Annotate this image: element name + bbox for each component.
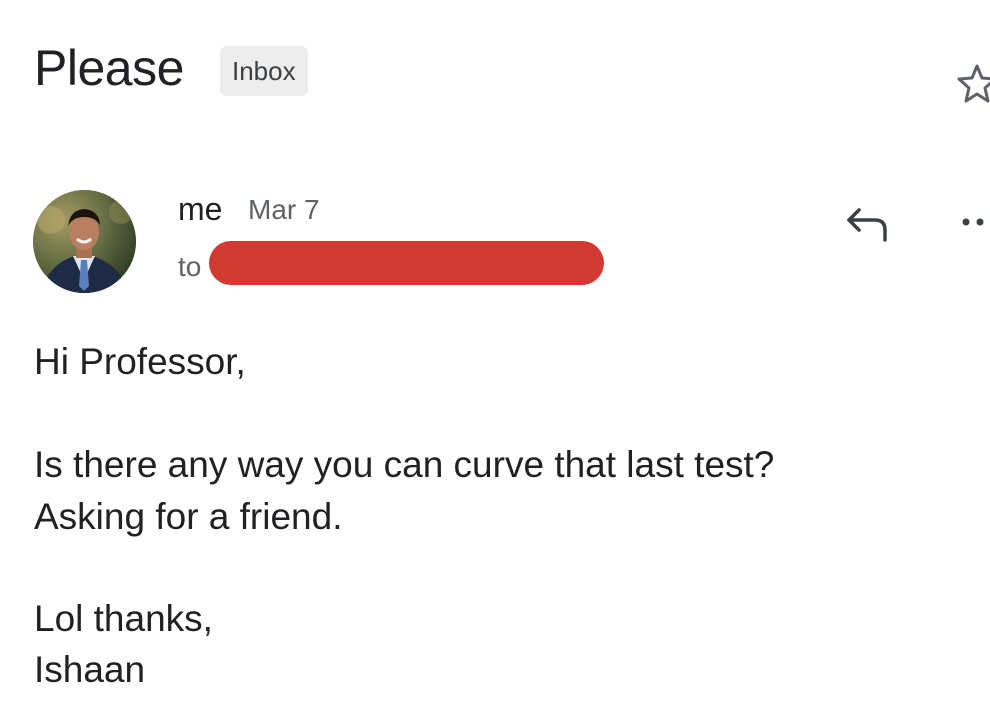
email-date: Mar 7 [248,194,320,225]
star-icon[interactable] [953,60,990,108]
reply-icon[interactable] [845,200,895,244]
body-line-2: Asking for a friend. [34,496,343,537]
body-greeting: Hi Professor, [34,341,246,382]
avatar-photo [33,190,136,293]
redacted-recipient [209,241,604,285]
body-line-1: Is there any way you can curve that last… [34,444,775,485]
body-signature: Ishaan [34,649,146,690]
inbox-label-chip[interactable]: Inbox [220,46,308,96]
body-signoff: Lol thanks, [34,598,213,639]
avatar[interactable] [33,190,136,293]
recipients-to-label[interactable]: to [178,250,201,284]
more-options-icon[interactable] [960,212,990,232]
sender-name: me [178,191,223,227]
email-subject: Please [34,40,184,96]
